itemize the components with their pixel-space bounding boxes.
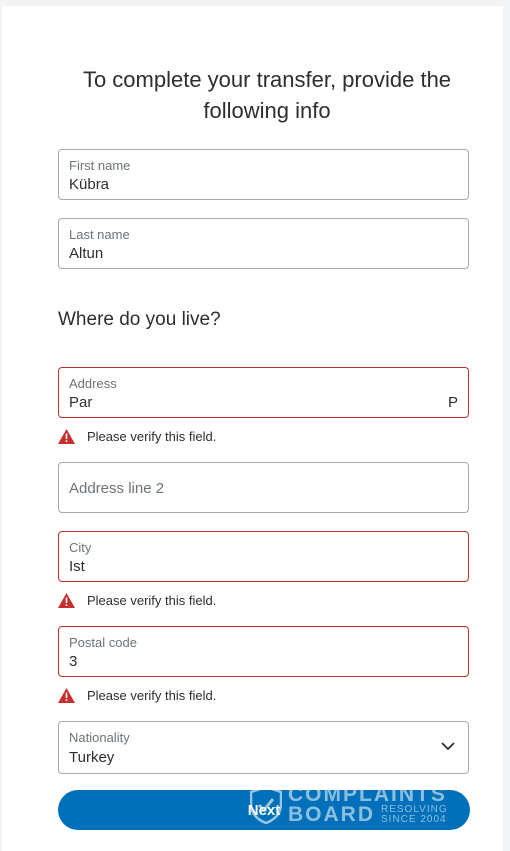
address-error: Please verify this field.	[58, 429, 216, 444]
last-name-value: Altun	[69, 245, 104, 262]
postal-code-value: 3	[69, 653, 78, 670]
city-error: Please verify this field.	[58, 593, 216, 608]
warning-triangle-icon	[58, 429, 75, 444]
first-name-label: First name	[69, 158, 131, 173]
next-button[interactable]: Next	[58, 790, 470, 830]
city-field[interactable]: City Ist	[58, 531, 469, 582]
address-label: Address	[69, 376, 117, 391]
city-label: City	[69, 540, 92, 555]
address-field[interactable]: Address Par P	[58, 367, 469, 418]
title-line-1: To complete your transfer, provide the	[82, 67, 452, 92]
warning-triangle-icon	[58, 688, 75, 703]
city-value: Ist	[69, 558, 85, 575]
address-line-2-placeholder: Address line 2	[69, 480, 165, 497]
nationality-label: Nationality	[69, 730, 130, 745]
title-line-2: following info	[203, 98, 331, 123]
last-name-label: Last name	[69, 227, 130, 242]
first-name-value: Kübra	[69, 176, 110, 193]
address-value: Par	[69, 394, 93, 411]
city-error-text: Please verify this field.	[87, 593, 217, 608]
section-title: Where do you live?	[58, 309, 221, 330]
postal-code-error-text: Please verify this field.	[87, 688, 217, 703]
last-name-field[interactable]: Last name Altun	[58, 218, 469, 269]
postal-code-error: Please verify this field.	[58, 688, 216, 703]
postal-code-label: Postal code	[69, 635, 137, 650]
page-title: To complete your transfer, provide the f…	[2, 64, 510, 126]
address-line-2-field[interactable]: Address line 2	[58, 462, 469, 513]
nationality-select[interactable]: Nationality Turkey	[58, 721, 469, 774]
address-tail-text: P	[447, 394, 458, 411]
warning-triangle-icon	[58, 593, 75, 608]
first-name-field[interactable]: First name Kübra	[58, 149, 469, 200]
postal-code-field[interactable]: Postal code 3	[58, 626, 469, 677]
chevron-down-icon[interactable]	[440, 740, 456, 752]
nationality-value: Turkey	[69, 749, 115, 766]
address-error-text: Please verify this field.	[87, 429, 217, 444]
